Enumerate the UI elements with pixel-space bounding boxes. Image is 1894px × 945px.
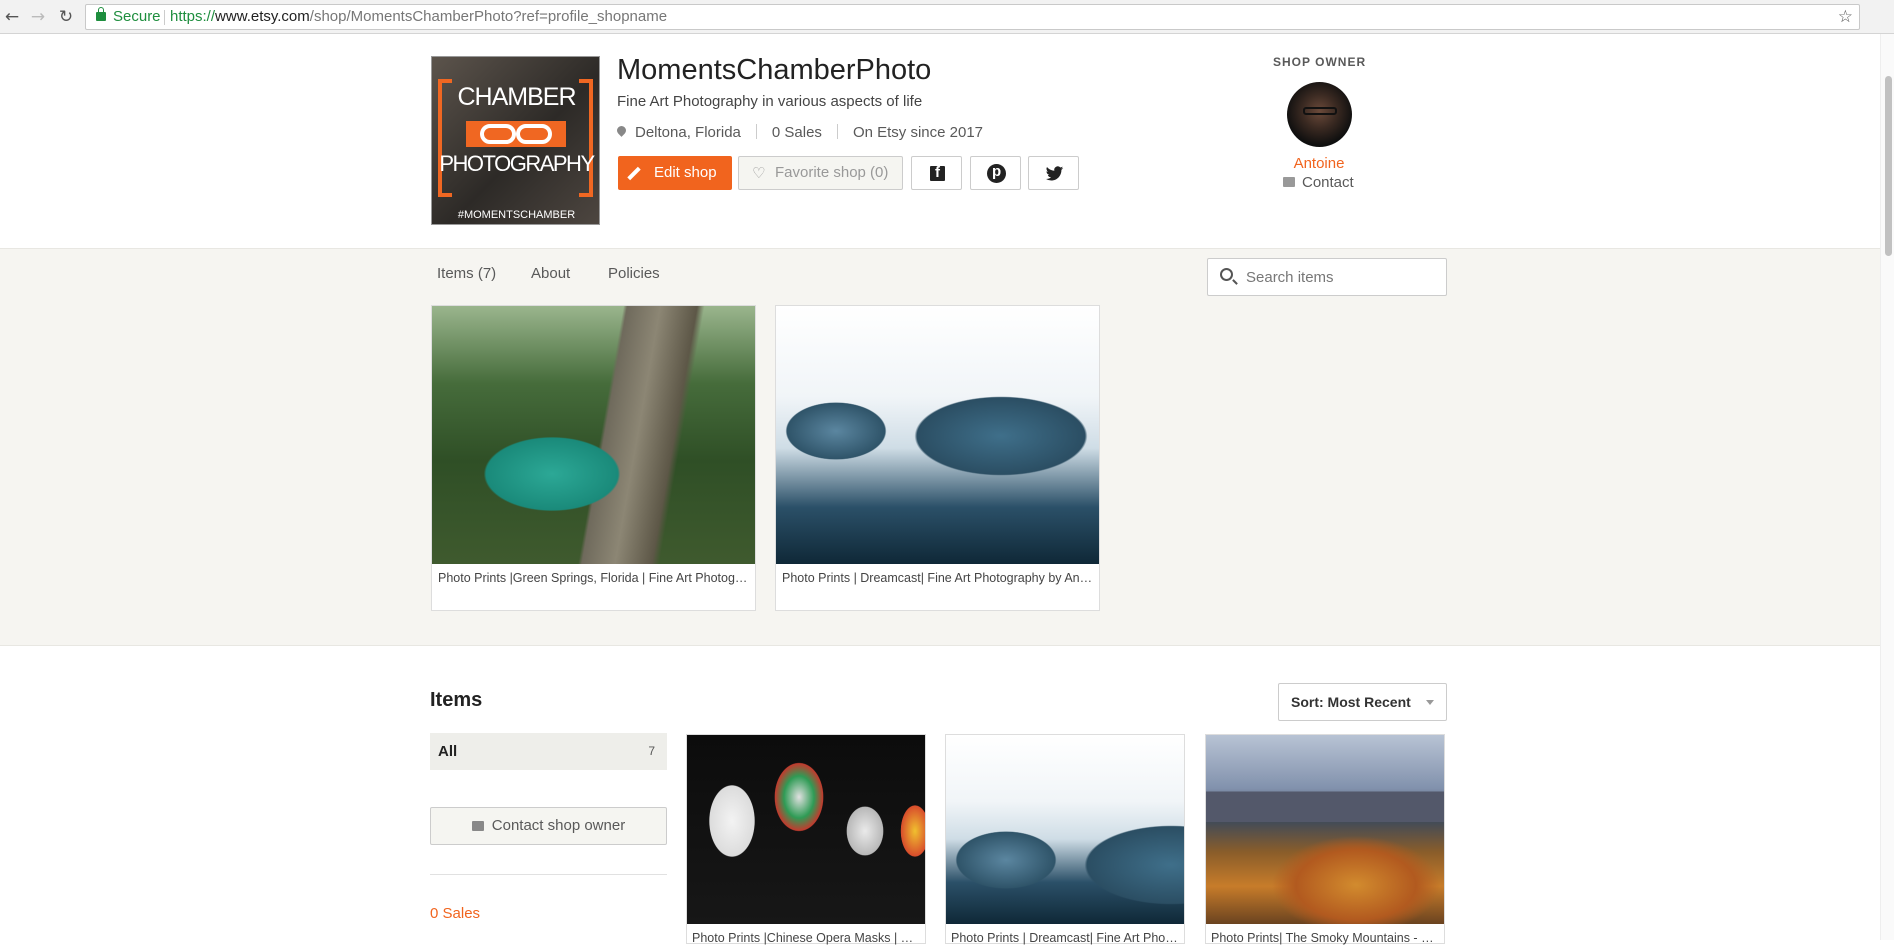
sort-dropdown[interactable]: Sort: Most Recent xyxy=(1278,683,1447,721)
contact-shop-owner-label: Contact shop owner xyxy=(491,817,626,834)
shop-tagline: Fine Art Photography in various aspects … xyxy=(617,93,923,110)
url-path: /shop/MomentsChamberPhoto?ref=profile_sh… xyxy=(309,8,668,25)
shop-since: On Etsy since 2017 xyxy=(852,124,984,141)
logo-ring-left xyxy=(480,124,516,144)
reload-icon[interactable]: ↻ xyxy=(56,7,76,27)
search-icon xyxy=(1220,268,1233,281)
contact-shop-owner-button[interactable]: Contact shop owner xyxy=(430,807,667,845)
sidebar-divider xyxy=(430,874,667,875)
forward-icon[interactable]: → xyxy=(28,7,48,27)
listing-title[interactable]: Photo Prints| The Smoky Mountains - Fine… xyxy=(1211,931,1439,945)
owner-avatar[interactable] xyxy=(1287,82,1352,147)
items-heading: Items xyxy=(430,689,483,711)
url-scheme: https:// xyxy=(170,8,216,25)
search-items-input[interactable] xyxy=(1246,267,1436,287)
chevron-down-icon xyxy=(1426,700,1434,705)
lock-icon xyxy=(96,7,106,21)
edit-shop-button[interactable]: Edit shop xyxy=(618,156,732,190)
listing-card[interactable]: Photo Prints| The Smoky Mountains - Fine… xyxy=(1205,734,1445,945)
meta-divider xyxy=(836,124,838,139)
tab-policies[interactable]: Policies xyxy=(608,265,660,282)
pencil-icon xyxy=(627,166,641,181)
secure-label: Secure xyxy=(113,8,161,25)
url-text[interactable]: https://www.etsy.com/shop/MomentsChamber… xyxy=(170,5,667,29)
category-all[interactable]: All 7 xyxy=(430,733,667,770)
category-count: 7 xyxy=(648,744,655,758)
twitter-share-button[interactable] xyxy=(1028,156,1079,190)
sort-label: Sort: Most Recent xyxy=(1291,694,1411,710)
featured-listing-card[interactable]: Photo Prints | Dreamcast| Fine Art Photo… xyxy=(775,305,1100,611)
url-host: www.etsy.com xyxy=(215,8,310,25)
facebook-icon xyxy=(930,164,945,181)
listing-title[interactable]: Photo Prints | Dreamcast| Fine Art Photo… xyxy=(951,931,1179,945)
message-icon xyxy=(471,821,484,831)
logo-ring-right xyxy=(516,124,552,144)
favorite-shop-button[interactable]: ♡ Favorite shop (0) xyxy=(738,156,903,190)
listing-title[interactable]: Photo Prints | Dreamcast| Fine Art Photo… xyxy=(782,571,1094,585)
shop-owner-label: SHOP OWNER xyxy=(1273,55,1367,69)
favorite-shop-label: Favorite shop (0) xyxy=(775,164,889,181)
listing-title[interactable]: Photo Prints |Green Springs, Florida | F… xyxy=(438,571,750,585)
listing-image[interactable] xyxy=(946,735,1184,924)
shop-sales: 0 Sales xyxy=(771,124,822,141)
listing-image[interactable] xyxy=(776,306,1099,564)
url-divider xyxy=(164,10,165,25)
facebook-share-button[interactable] xyxy=(911,156,962,190)
page-scrollbar[interactable] xyxy=(1880,34,1894,940)
shop-meta: Deltona, Florida 0 Sales On Etsy since 201… xyxy=(617,124,983,141)
listing-image[interactable] xyxy=(1206,735,1444,924)
tab-about[interactable]: About xyxy=(531,265,570,282)
shop-location: Deltona, Florida xyxy=(635,124,741,141)
back-icon[interactable]: ← xyxy=(2,7,22,27)
scrollbar-thumb[interactable] xyxy=(1885,76,1892,256)
logo-text-photography: PHOTOGRAPHY xyxy=(439,151,595,176)
location-pin-icon xyxy=(617,126,626,138)
listing-image[interactable] xyxy=(687,735,925,924)
browser-toolbar: ← → ↻ Secure https://www.etsy.com/shop/M… xyxy=(0,0,1894,34)
category-label: All xyxy=(438,743,458,760)
heart-icon: ♡ xyxy=(752,164,766,182)
tab-items[interactable]: Items (7) xyxy=(437,265,496,282)
contact-owner-link[interactable]: Contact xyxy=(1283,174,1354,191)
listing-card[interactable]: Photo Prints | Dreamcast| Fine Art Photo… xyxy=(945,734,1185,945)
listing-image[interactable] xyxy=(432,306,755,564)
search-items-box[interactable] xyxy=(1207,258,1447,296)
avatar-glasses xyxy=(1303,107,1337,115)
meta-divider xyxy=(755,124,757,139)
logo-text-hashtag: #MOMENTSCHAMBER xyxy=(457,209,576,221)
sales-link[interactable]: 0 Sales xyxy=(430,905,480,922)
contact-label: Contact xyxy=(1302,174,1354,191)
pinterest-icon xyxy=(987,163,1006,183)
edit-shop-label: Edit shop xyxy=(654,164,717,181)
featured-listing-card[interactable]: Photo Prints |Green Springs, Florida | F… xyxy=(431,305,756,611)
message-icon xyxy=(1283,177,1295,187)
owner-name-link[interactable]: Antoine xyxy=(1265,155,1373,172)
shop-logo[interactable]: CHAMBER PHOTOGRAPHY #MOMENTSCHAMBER xyxy=(431,56,600,225)
listing-title[interactable]: Photo Prints |Chinese Opera Masks | Fine… xyxy=(692,931,920,945)
logo-text-chamber: CHAMBER xyxy=(457,83,576,111)
bookmark-star-icon[interactable]: ☆ xyxy=(1838,5,1853,29)
pinterest-share-button[interactable] xyxy=(970,156,1021,190)
shop-name: MomentsChamberPhoto xyxy=(617,54,932,86)
listing-card[interactable]: Photo Prints |Chinese Opera Masks | Fine… xyxy=(686,734,926,945)
twitter-icon xyxy=(1045,166,1064,181)
address-bar[interactable]: Secure https://www.etsy.com/shop/Moments… xyxy=(85,4,1860,30)
